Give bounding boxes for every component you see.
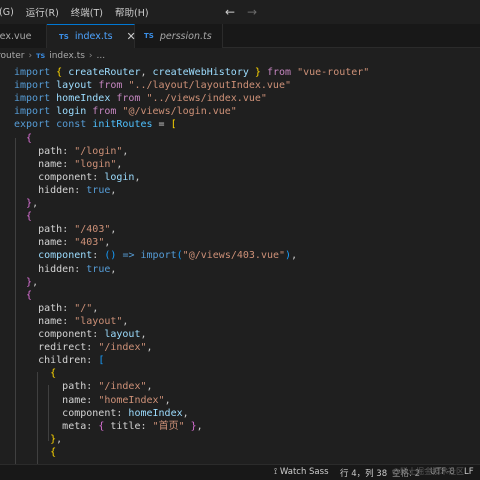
tab-label: lex.vue <box>0 30 32 42</box>
tab-index-ts[interactable]: TS index.ts ✕ <box>47 24 136 48</box>
typescript-file-icon: TS <box>59 32 69 41</box>
tab-label: index.ts <box>74 31 113 42</box>
watch-sass-button[interactable]: ⟟ Watch Sass <box>274 467 329 477</box>
broadcast-icon: ⟟ <box>274 467 278 477</box>
menu-item-terminal[interactable]: 终端(T) <box>65 5 109 19</box>
code-editor[interactable]: import { createRouter, createWebHistory … <box>0 64 480 464</box>
tab-label: perssion.ts <box>159 30 212 42</box>
cursor-position[interactable]: 行 4，列 38 <box>340 467 387 479</box>
menu-item-help[interactable]: 帮助(H) <box>109 5 155 19</box>
code-line[interactable]: export const initRoutes = [ <box>14 117 177 132</box>
tab-perssion-ts[interactable]: TS perssion.ts <box>135 24 223 48</box>
watermark: @稀土掘金技术社区 <box>392 467 464 476</box>
watch-sass-label: Watch Sass <box>279 467 329 477</box>
chevron-right-icon: › <box>88 51 93 61</box>
editor-tab-bar: lex.vue TS index.ts ✕ TS perssion.ts <box>0 24 480 48</box>
tab-index-vue[interactable]: lex.vue <box>0 24 47 48</box>
breadcrumb: router › TS index.ts › ... <box>0 48 480 64</box>
code-line[interactable]: { <box>14 445 56 460</box>
menu-item-run[interactable]: 运行(R) <box>20 5 65 19</box>
forward-arrow-icon[interactable]: → <box>244 4 260 20</box>
back-arrow-icon[interactable]: ← <box>222 4 238 20</box>
typescript-file-icon: TS <box>144 32 154 40</box>
menu-item-go[interactable]: (G) <box>0 7 20 18</box>
chevron-right-icon: › <box>28 51 33 61</box>
breadcrumb-symbol[interactable]: ... <box>97 51 106 61</box>
line-ending[interactable]: LF <box>464 467 474 477</box>
typescript-file-icon: TS <box>36 52 46 60</box>
menu-bar: (G) 运行(R) 终端(T) 帮助(H) ← → <box>0 0 480 24</box>
breadcrumb-folder[interactable]: router <box>0 51 24 61</box>
breadcrumb-file[interactable]: index.ts <box>49 51 85 61</box>
